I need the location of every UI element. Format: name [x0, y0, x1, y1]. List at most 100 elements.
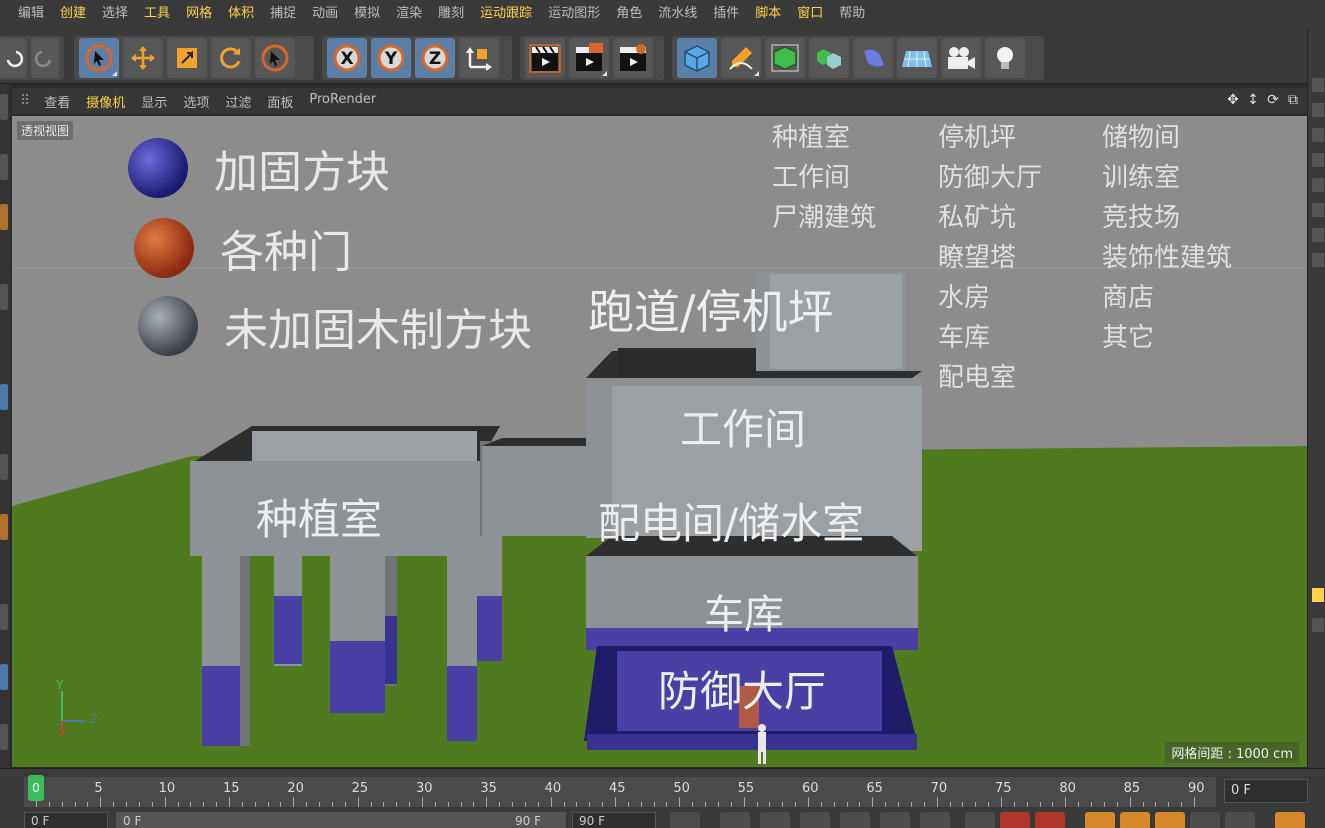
menu-item[interactable]: 运动图形	[540, 0, 608, 28]
rotate-button[interactable]	[211, 38, 251, 78]
greenhouse-label: 种植室	[256, 495, 383, 544]
preview-range-slider[interactable]: 0 F 90 F	[116, 812, 566, 828]
key-pla-button[interactable]	[1225, 812, 1255, 828]
deformer-button[interactable]	[853, 38, 893, 78]
render-view-button[interactable]	[525, 38, 565, 78]
x-axis-button[interactable]: X	[327, 38, 367, 78]
dolly-icon[interactable]: ↕	[1245, 92, 1261, 108]
redo-button[interactable]	[31, 38, 59, 78]
current-frame-field[interactable]: 0 F	[1224, 779, 1308, 803]
mode-button[interactable]	[0, 724, 8, 750]
menu-item[interactable]: 运动跟踪	[472, 0, 540, 28]
room-list-item: 车库	[938, 323, 991, 353]
menu-item[interactable]: 网格	[178, 0, 220, 28]
mode-button[interactable]	[0, 514, 8, 540]
menu-item[interactable]: 体积	[220, 0, 262, 28]
key-rotation-button[interactable]	[1155, 812, 1185, 828]
select-tool-button[interactable]	[255, 38, 295, 78]
menu-item[interactable]: 编辑	[10, 0, 52, 28]
pan-icon[interactable]: ✥	[1225, 92, 1241, 108]
panel-tab[interactable]	[1312, 178, 1324, 192]
pen-spline-button[interactable]	[721, 38, 761, 78]
mode-button[interactable]	[0, 204, 8, 230]
orbit-icon[interactable]: ⟳	[1265, 92, 1281, 108]
light-button[interactable]	[985, 38, 1025, 78]
panel-tab[interactable]	[1312, 588, 1324, 602]
render-settings-button[interactable]	[613, 38, 653, 78]
key-position-button[interactable]	[1085, 812, 1115, 828]
mode-button[interactable]	[0, 384, 8, 410]
y-axis-button[interactable]: Y	[371, 38, 411, 78]
floor-button[interactable]	[897, 38, 937, 78]
maximize-view-icon[interactable]: ⧉	[1285, 92, 1301, 108]
viewport-menu-item[interactable]: 过滤	[217, 92, 259, 111]
start-frame-field[interactable]: 0 F	[24, 812, 108, 828]
panel-tab[interactable]	[1312, 253, 1324, 267]
go-to-start-button[interactable]	[670, 812, 700, 828]
menu-item[interactable]: 角色	[608, 0, 650, 28]
viewport-menu-item[interactable]: 摄像机	[78, 92, 133, 111]
keyframe-selection-button[interactable]	[1035, 812, 1065, 828]
menu-item[interactable]: 脚本	[747, 0, 789, 28]
subdivision-surface-button[interactable]	[765, 38, 805, 78]
auto-key-button[interactable]	[1000, 812, 1030, 828]
scale-button[interactable]	[167, 38, 207, 78]
viewport-menu-item[interactable]: 选项	[175, 92, 217, 111]
record-keys-button[interactable]	[965, 812, 995, 828]
menu-item[interactable]: 插件	[705, 0, 747, 28]
menu-item[interactable]: 选择	[94, 0, 136, 28]
next-key-button[interactable]	[880, 812, 910, 828]
camera-button[interactable]	[941, 38, 981, 78]
z-axis-button[interactable]: Z	[415, 38, 455, 78]
perspective-viewport[interactable]: 透视视图 加固方块 各种门 未加固木制方块 种植室 工作间 尸潮建筑 停机坪 防御大厅…	[12, 116, 1307, 767]
timeline-window-button[interactable]	[1275, 812, 1305, 828]
mode-button[interactable]	[0, 664, 8, 690]
axis-z-label: Z	[90, 712, 99, 726]
panel-tab[interactable]	[1312, 103, 1324, 117]
coordinate-system-button[interactable]	[459, 38, 499, 78]
menu-item[interactable]: 流水线	[650, 0, 705, 28]
live-select-button[interactable]	[79, 38, 119, 78]
mode-button[interactable]	[0, 154, 8, 180]
go-to-end-button[interactable]	[920, 812, 950, 828]
key-parameter-button[interactable]	[1190, 812, 1220, 828]
menu-item[interactable]: 捕捉	[262, 0, 304, 28]
viewport-menu-item[interactable]: 显示	[133, 92, 175, 111]
timeline-tick-mark	[550, 797, 552, 807]
viewport-menu-item[interactable]: 查看	[36, 92, 78, 111]
mode-button[interactable]	[0, 454, 8, 480]
menu-item[interactable]: 渲染	[388, 0, 430, 28]
menu-item[interactable]: 创建	[52, 0, 94, 28]
mode-button[interactable]	[0, 604, 8, 630]
move-button[interactable]	[123, 38, 163, 78]
panel-tab[interactable]	[1312, 618, 1324, 632]
menu-item[interactable]: 雕刻	[430, 0, 472, 28]
mode-button[interactable]	[0, 94, 8, 120]
menu-item[interactable]: 工具	[136, 0, 178, 28]
next-frame-button[interactable]	[840, 812, 870, 828]
panel-tab[interactable]	[1312, 78, 1324, 92]
play-button[interactable]	[800, 812, 830, 828]
viewport-menu-item[interactable]: ProRender	[301, 92, 384, 111]
previous-frame-button[interactable]	[760, 812, 790, 828]
svg-text:Z: Z	[429, 49, 441, 69]
undo-button[interactable]	[0, 38, 27, 78]
key-scale-button[interactable]	[1120, 812, 1150, 828]
menu-item[interactable]: 动画	[304, 0, 346, 28]
panel-tab[interactable]	[1312, 203, 1324, 217]
panel-tab[interactable]	[1312, 153, 1324, 167]
render-to-picture-viewer-button[interactable]	[569, 38, 609, 78]
menu-item[interactable]: 窗口	[789, 0, 831, 28]
end-frame-field[interactable]: 90 F	[572, 812, 656, 828]
timeline-playhead[interactable]: 0	[28, 775, 44, 801]
previous-key-button[interactable]	[720, 812, 750, 828]
timeline-ruler[interactable]: 0 5 10 15 20 25 30 35 40 45 50 55 60 65 70 75 80 85 90	[24, 777, 1216, 807]
menu-item[interactable]: 模拟	[346, 0, 388, 28]
cube-button[interactable]	[677, 38, 717, 78]
array-button[interactable]	[809, 38, 849, 78]
panel-tab[interactable]	[1312, 128, 1324, 142]
mode-button[interactable]	[0, 284, 8, 310]
menu-item[interactable]: 帮助	[831, 0, 873, 28]
viewport-menu-item[interactable]: 面板	[259, 92, 301, 111]
panel-tab[interactable]	[1312, 228, 1324, 242]
